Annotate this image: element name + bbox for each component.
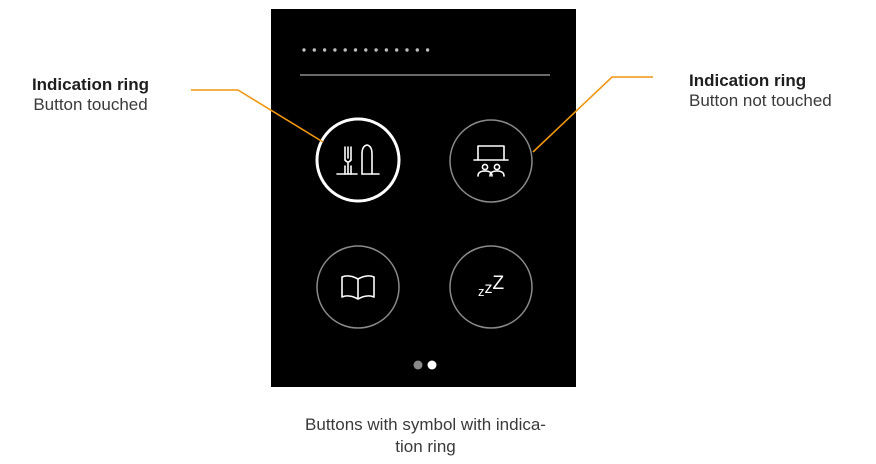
password-dot [425, 48, 430, 52]
open-book-icon [341, 275, 375, 300]
panel-graphics: zzZ [191, 48, 653, 370]
reading-button[interactable] [316, 245, 400, 329]
dining-button[interactable] [315, 117, 401, 203]
password-dot [333, 48, 337, 52]
page-dot-2-active [427, 360, 437, 370]
leader-line-not-touched [532, 76, 653, 153]
password-dot [415, 48, 419, 52]
page-indicator [413, 360, 437, 370]
caption-text: Buttons with symbol with indica- tion ri… [305, 415, 546, 456]
leader-line-touched [191, 89, 324, 143]
sleep-zzz-icon: zzZ [478, 273, 505, 299]
password-dot [312, 48, 316, 52]
password-dot [322, 48, 327, 52]
password-dots [302, 48, 430, 52]
page-dot-1 [413, 360, 423, 370]
figure-caption: Buttons with symbol with indica- tion ri… [250, 414, 601, 458]
password-dot [405, 48, 409, 52]
password-dot [302, 48, 306, 52]
password-dot [364, 48, 368, 52]
password-dot [374, 48, 378, 52]
password-dot [343, 48, 347, 52]
meeting-presentation-icon [473, 145, 509, 177]
presentation-button[interactable] [449, 119, 533, 203]
cutlery-icon [336, 144, 380, 175]
password-dot [353, 48, 358, 52]
password-dot [384, 48, 389, 52]
password-dot [395, 48, 399, 52]
sleep-button[interactable]: zzZ [449, 245, 533, 329]
